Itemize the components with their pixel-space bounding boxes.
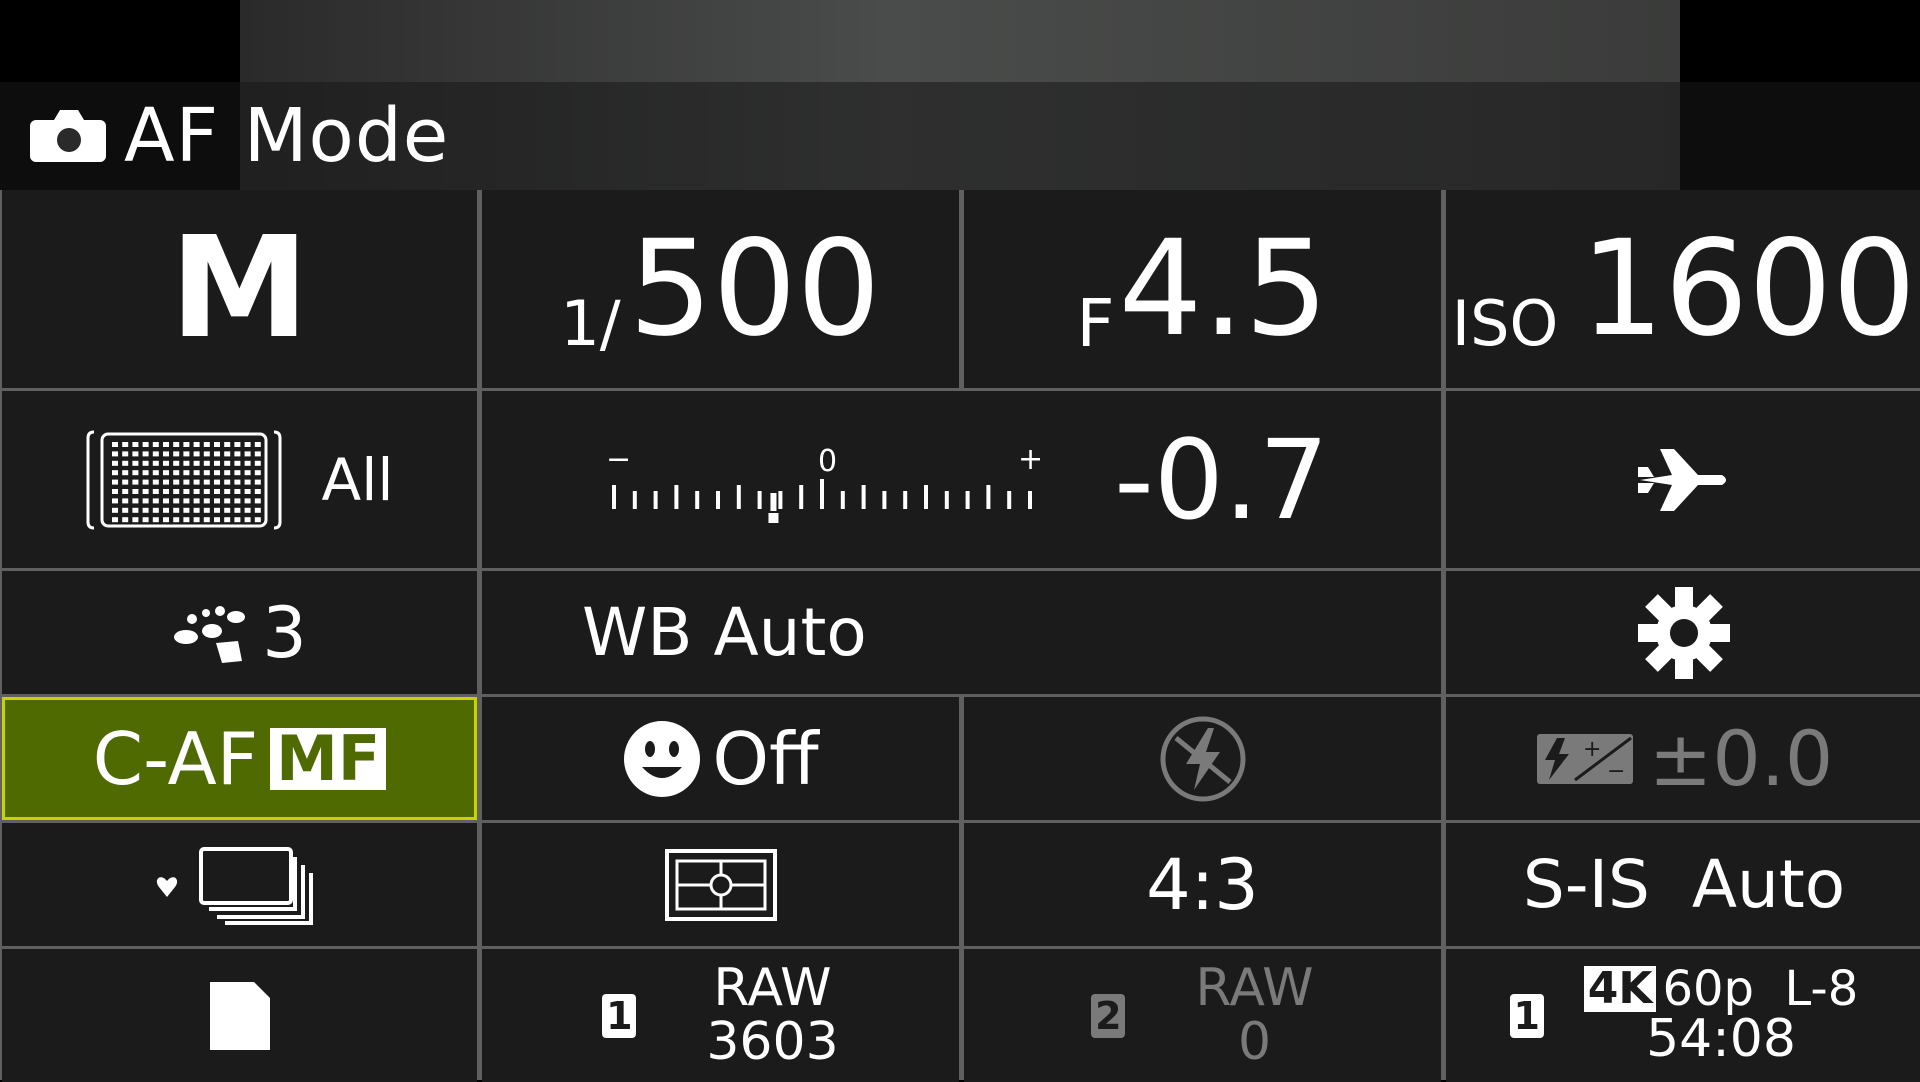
camera-icon bbox=[30, 110, 106, 162]
flash-compensation[interactable]: + − ±0.0 bbox=[1446, 697, 1920, 820]
face-priority[interactable]: Off bbox=[482, 697, 959, 820]
drive-mode[interactable] bbox=[2, 823, 477, 946]
aperture[interactable]: F 4.5 bbox=[964, 190, 1441, 388]
picture-mode-label: 3 bbox=[262, 591, 307, 674]
slot2-count: 0 bbox=[1237, 1011, 1272, 1072]
aspect-ratio-value: 4:3 bbox=[1146, 843, 1259, 926]
shooting-mode-value: M bbox=[169, 207, 310, 370]
focus-mode[interactable]: C-AF MF bbox=[2, 697, 477, 820]
slot2-number: 2 bbox=[1091, 993, 1126, 1038]
aspect-ratio[interactable]: 4:3 bbox=[964, 823, 1441, 946]
shutter-prefix: 1/ bbox=[560, 286, 621, 360]
scale-minus-label: − bbox=[606, 442, 631, 477]
white-balance-value: WB Auto bbox=[582, 594, 867, 671]
sequential-shooting-icon bbox=[156, 846, 313, 925]
video-spec: 60p L-8 bbox=[1662, 960, 1859, 1017]
flash-comp-icon: + − bbox=[1536, 733, 1633, 784]
af-area-label: All bbox=[321, 445, 394, 514]
af-target-grid-icon bbox=[86, 430, 282, 529]
card-slot[interactable] bbox=[2, 949, 477, 1082]
exposure-comp-value: -0.7 bbox=[1114, 415, 1329, 544]
super-control-panel: M 1/ 500 F 4.5 ISO 1600 All − 0 + -0.7 3… bbox=[0, 190, 1920, 1082]
settings[interactable] bbox=[1446, 571, 1920, 694]
slot2-format: RAW bbox=[1195, 958, 1314, 1019]
aperture-value: 4.5 bbox=[1118, 212, 1329, 366]
flash-off-icon bbox=[1160, 716, 1245, 801]
face-detect-icon bbox=[624, 720, 701, 797]
picture-mode[interactable]: 3 bbox=[2, 571, 477, 694]
mf-badge: MF bbox=[270, 727, 387, 790]
video-slot-number: 1 bbox=[1509, 993, 1544, 1038]
exposure-compensation[interactable]: − 0 + -0.7 bbox=[482, 391, 1441, 568]
page-title: AF Mode bbox=[124, 93, 450, 179]
flash-mode[interactable] bbox=[964, 697, 1441, 820]
scale-zero-label: 0 bbox=[818, 444, 837, 479]
video-time-remaining: 54:08 bbox=[1646, 1009, 1796, 1070]
svg-text:−: − bbox=[1607, 759, 1625, 784]
exposure-scale: − 0 + bbox=[606, 442, 1043, 523]
shutter-value: 500 bbox=[628, 212, 881, 366]
art-filter-icon bbox=[174, 605, 246, 663]
image-stabilizer[interactable]: S-IS Auto bbox=[1446, 823, 1920, 946]
white-balance[interactable]: WB Auto bbox=[482, 571, 1441, 694]
af-target-area[interactable]: All bbox=[2, 391, 477, 568]
iso[interactable]: ISO 1600 bbox=[1446, 190, 1920, 388]
4k-badge: 4K bbox=[1583, 965, 1657, 1012]
sd-card-icon bbox=[209, 981, 270, 1050]
gear-icon bbox=[1638, 586, 1730, 679]
slot2-record[interactable]: 2 RAW 0 bbox=[964, 949, 1441, 1082]
scene-mode[interactable] bbox=[1446, 391, 1920, 568]
slot1-format: RAW bbox=[713, 958, 832, 1019]
face-priority-label: Off bbox=[712, 716, 819, 801]
video-record[interactable]: 1 4K 60p L-8 54:08 bbox=[1446, 949, 1920, 1082]
scale-plus-label: + bbox=[1018, 442, 1043, 477]
iso-prefix: ISO bbox=[1451, 286, 1559, 360]
airplane-icon bbox=[1638, 448, 1726, 511]
shutter-speed[interactable]: 1/ 500 bbox=[482, 190, 959, 388]
aperture-prefix: F bbox=[1076, 284, 1115, 362]
metering-icon bbox=[664, 848, 777, 921]
slot1-record[interactable]: 1 RAW 3603 bbox=[482, 949, 959, 1082]
iso-value: 1600 bbox=[1580, 212, 1917, 366]
focus-mode-value: C-AF bbox=[92, 716, 259, 801]
stabilizer-value: S-IS Auto bbox=[1522, 846, 1846, 923]
slot1-count: 3603 bbox=[706, 1011, 839, 1072]
menu-header: AF Mode bbox=[0, 82, 1920, 190]
exposure-indicator bbox=[768, 512, 779, 523]
svg-text:+: + bbox=[1583, 737, 1601, 762]
metering-mode[interactable] bbox=[482, 823, 959, 946]
slot1-number: 1 bbox=[602, 993, 637, 1038]
flash-comp-value: ±0.0 bbox=[1648, 714, 1834, 803]
shooting-mode[interactable]: M bbox=[2, 190, 477, 388]
